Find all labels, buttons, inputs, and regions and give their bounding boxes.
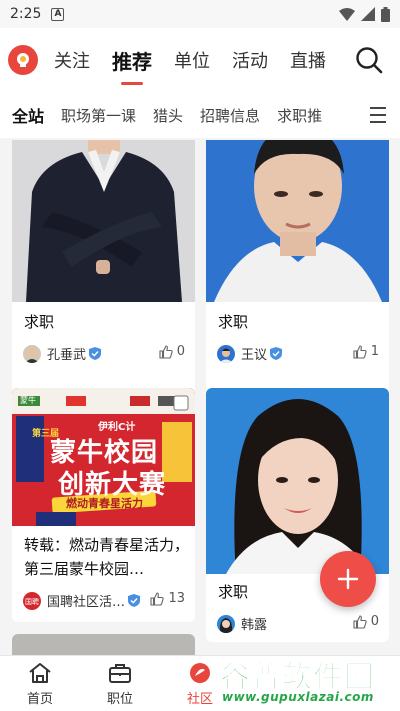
channel-all[interactable]: 全站 (12, 103, 44, 127)
post-photo (12, 140, 195, 302)
wifi-icon (339, 7, 355, 21)
avatar (23, 344, 41, 363)
tab-company[interactable]: 单位 (174, 47, 210, 73)
post-author[interactable]: 孔垂武 (23, 344, 102, 363)
post-author[interactable]: 王议 (217, 344, 283, 363)
author-name: 韩露 (241, 618, 268, 633)
post-title: 转载：燃动青春星活力，第三届蒙牛校园… (24, 536, 189, 578)
like-count: 13 (168, 591, 185, 606)
svg-text:国聘: 国聘 (25, 597, 39, 606)
like-count: 0 (176, 344, 185, 359)
post-author[interactable]: 韩露 (217, 614, 267, 633)
channel-headhunter[interactable]: 猎头 (153, 105, 183, 126)
like-count: 0 (370, 614, 379, 629)
post-card[interactable]: 求职 韩露 0 (206, 388, 389, 642)
search-icon[interactable] (354, 45, 384, 75)
briefcase-icon (109, 664, 131, 683)
poster-brand: 蒙牛 (20, 396, 36, 405)
post-title: 求职 (218, 313, 249, 331)
tab-live[interactable]: 直播 (290, 47, 326, 73)
watermark: 谷普软件园 www.gupuxlazai.com (216, 652, 398, 710)
nav-jobs-label: 职位 (106, 692, 133, 707)
poster-sponsor: 伊利C计 (98, 422, 136, 433)
author-name: 国聘社区活… (47, 595, 126, 610)
post-photo (206, 388, 389, 574)
post-poster: 蒙牛 伊利C计 第三届 蒙牛校园 创新大赛 燃动青春星活力 (12, 388, 195, 526)
thumb-up-icon (159, 344, 173, 359)
like-button[interactable]: 0 (159, 344, 185, 359)
thumb-up-icon (150, 591, 165, 606)
post-card[interactable] (12, 634, 195, 655)
thumb-up-icon (353, 614, 367, 629)
signal-icon (361, 7, 375, 21)
channel-tabs: 全站 职场第一课 猎头 招聘信息 求职推 (0, 92, 400, 138)
channel-workplace-lesson[interactable]: 职场第一课 (61, 105, 136, 126)
nav-community-label: 社区 (186, 692, 213, 707)
post-author[interactable]: 国聘 国聘社区活… (23, 591, 141, 610)
app-logo-icon[interactable] (8, 45, 38, 75)
channel-recruitment-info[interactable]: 招聘信息 (200, 105, 260, 126)
community-icon (190, 663, 210, 683)
avatar (217, 614, 235, 633)
post-card[interactable]: 蒙牛 伊利C计 第三届 蒙牛校园 创新大赛 燃动青春星活力 转载：燃动青春星活力… (12, 388, 195, 622)
verified-badge-icon (128, 594, 141, 607)
plus-icon (337, 568, 359, 590)
avatar (217, 344, 235, 363)
create-post-button[interactable] (320, 551, 376, 607)
verified-badge-icon (89, 347, 102, 360)
nav-home-label: 首页 (26, 692, 53, 707)
channel-job-seeking[interactable]: 求职推 (277, 105, 322, 126)
author-name: 王议 (241, 348, 268, 363)
channel-menu-icon[interactable] (356, 92, 400, 138)
battery-icon (381, 6, 390, 22)
tab-follow[interactable]: 关注 (54, 47, 90, 73)
top-navigation: 关注 推荐 单位 活动 直播 (0, 28, 400, 92)
post-title: 求职 (24, 313, 55, 331)
like-button[interactable]: 1 (353, 344, 379, 359)
poster-slogan: 燃动青春星活力 (66, 497, 143, 510)
verified-badge-icon (270, 347, 283, 360)
home-icon (29, 663, 51, 683)
avatar: 国聘 (23, 591, 41, 610)
tab-activity[interactable]: 活动 (232, 47, 268, 73)
nav-home[interactable]: 首页 (0, 656, 80, 711)
post-photo (12, 634, 195, 655)
author-name: 孔垂武 (47, 348, 87, 363)
like-count: 1 (370, 344, 379, 359)
like-button[interactable]: 0 (353, 614, 379, 629)
status-time: 2:25 (10, 6, 42, 22)
tab-recommend[interactable]: 推荐 (112, 46, 152, 75)
watermark-url: www.gupuxlazai.com (222, 690, 374, 704)
status-bar: 2:25 A (0, 0, 400, 28)
thumb-up-icon (353, 344, 367, 359)
post-title: 求职 (218, 583, 249, 601)
nav-jobs[interactable]: 职位 (80, 656, 160, 711)
notification-a-icon: A (51, 7, 65, 21)
post-photo (206, 140, 389, 302)
like-button[interactable]: 13 (150, 591, 185, 606)
